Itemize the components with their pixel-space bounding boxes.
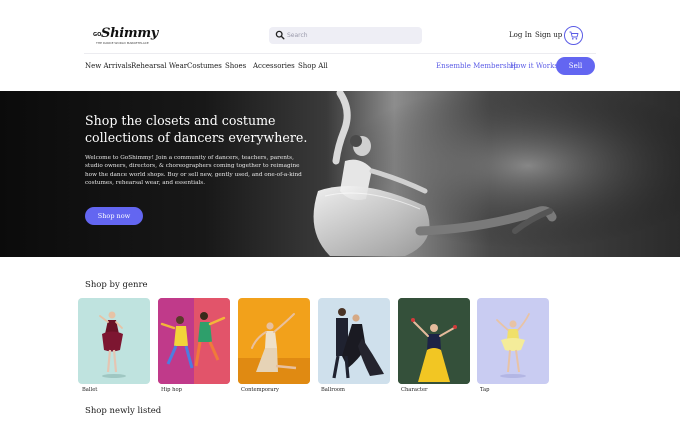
genre-label-tap[interactable]: Tap: [480, 387, 489, 393]
genre-card-ballroom[interactable]: [318, 298, 390, 384]
newly-listed-heading: Shop newly listed: [85, 406, 162, 416]
genre-label-ballet[interactable]: Ballet: [82, 387, 97, 393]
contemporary-image: [238, 313, 310, 384]
nav-new-arrivals[interactable]: New Arrivals: [85, 62, 131, 70]
nav-shop-all[interactable]: Shop All: [298, 62, 328, 70]
search-input[interactable]: [287, 28, 415, 42]
ballroom-image: [332, 308, 384, 379]
genre-card-character[interactable]: [398, 298, 470, 384]
nav-rehearsal-wear[interactable]: Rehearsal Wear: [131, 62, 187, 70]
genre-label-ballroom[interactable]: Ballroom: [321, 387, 345, 393]
genre-card-tap[interactable]: [477, 298, 549, 384]
cart-button[interactable]: [564, 26, 583, 45]
brand-logo[interactable]: GO Shimmy THE DANCE WORLD MARKETPLACE: [93, 26, 158, 48]
shop-now-button[interactable]: Shop now: [85, 207, 143, 225]
genre-label-hip-hop[interactable]: Hip hop: [161, 387, 182, 393]
genre-label-contemporary[interactable]: Contemporary: [241, 387, 279, 393]
nav-how-it-works[interactable]: How it Works: [510, 62, 558, 70]
login-link[interactable]: Log In: [509, 31, 532, 39]
logo-name: Shimmy: [101, 26, 159, 41]
tap-image: [496, 313, 530, 378]
nav-shoes[interactable]: Shoes: [225, 62, 246, 70]
hip-hop-image: [158, 298, 230, 384]
nav-accessories[interactable]: Accessories: [253, 62, 295, 70]
hero-description: Welcome to GoShimmy! Join a community of…: [85, 155, 302, 187]
genre-card-ballet[interactable]: [78, 298, 150, 384]
genre-card-contemporary[interactable]: [238, 298, 310, 384]
nav-ensemble-membership[interactable]: Ensemble Membership: [436, 62, 518, 70]
ballet-image: [99, 311, 126, 378]
logo-tagline: THE DANCE WORLD MARKETPLACE: [96, 41, 149, 45]
cart-icon: [569, 31, 578, 40]
search-bar[interactable]: [269, 27, 422, 44]
hero-title: Shop the closets and costume collections…: [85, 113, 308, 145]
genre-card-hip-hop[interactable]: [158, 298, 230, 384]
header-divider: [84, 53, 596, 54]
genre-label-character[interactable]: Character: [401, 387, 428, 393]
genre-heading: Shop by genre: [85, 280, 148, 290]
search-icon: [275, 30, 285, 40]
nav-costumes[interactable]: Costumes: [187, 62, 222, 70]
sell-button[interactable]: Sell: [556, 57, 595, 75]
signup-link[interactable]: Sign up: [535, 31, 562, 39]
character-image: [398, 298, 470, 384]
